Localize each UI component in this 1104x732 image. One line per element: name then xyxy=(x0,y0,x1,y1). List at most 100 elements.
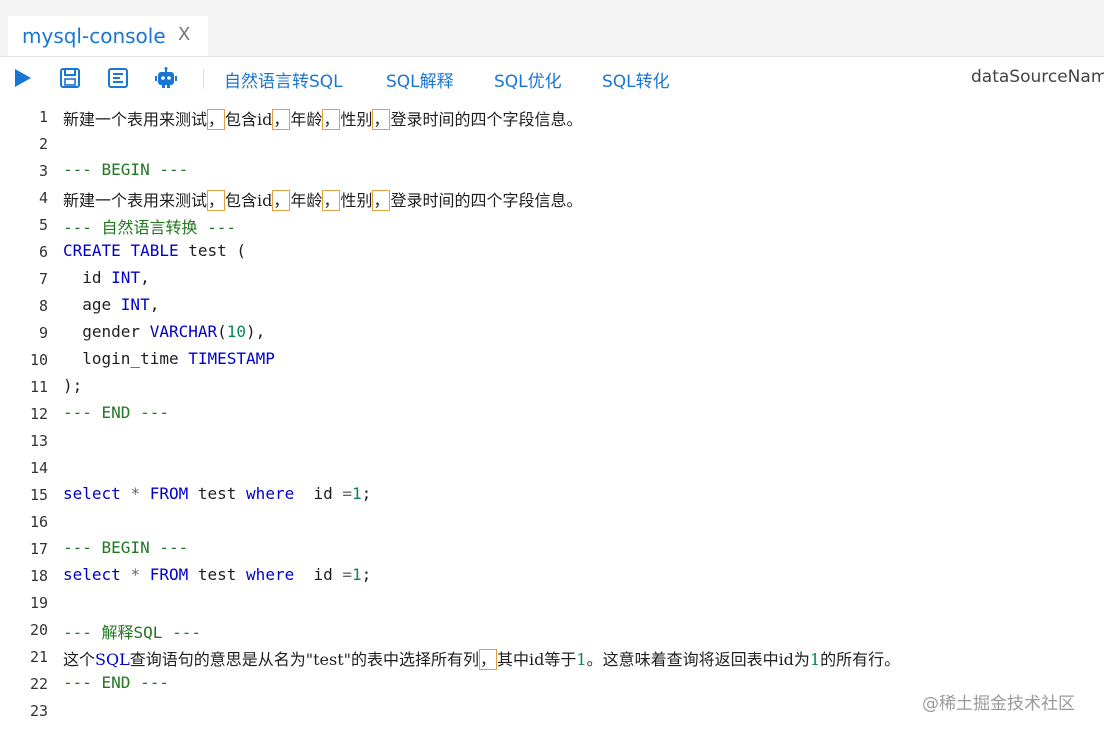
line-number: 7 xyxy=(38,270,48,288)
keyword: select xyxy=(63,484,121,503)
line-number: 4 xyxy=(38,189,48,207)
text-segment: 包含id xyxy=(225,191,273,210)
text-segment xyxy=(121,484,131,503)
text-segment xyxy=(140,565,150,584)
keyword: INT xyxy=(111,268,141,287)
text-segment: id xyxy=(294,565,343,584)
text-segment xyxy=(121,565,131,584)
number-literal: 1 xyxy=(809,650,821,669)
editor-line: 16 xyxy=(0,509,1104,536)
comment-text: --- END --- xyxy=(63,403,169,422)
toolbar-divider xyxy=(203,69,204,89)
keyword: INT xyxy=(120,295,150,314)
operator: = xyxy=(342,484,353,503)
line-number: 12 xyxy=(29,405,48,423)
keyword: where xyxy=(246,484,295,503)
keyword: where xyxy=(246,565,295,584)
line-number: 5 xyxy=(38,216,48,234)
line-number: 9 xyxy=(38,324,48,342)
line-number: 8 xyxy=(38,297,48,315)
text-segment: age xyxy=(63,295,121,314)
line-number: 22 xyxy=(29,675,48,693)
run-icon[interactable] xyxy=(9,65,35,91)
editor-line: 7 id INT, xyxy=(0,266,1104,293)
number-literal: 10 xyxy=(226,322,247,341)
robot-icon[interactable] xyxy=(153,65,179,91)
editor-line: 4 新建一个表用来测试，包含id，年龄，性别，登录时间的四个字段信息。 xyxy=(0,185,1104,212)
highlighted-comma: ， xyxy=(272,190,291,211)
line-number: 20 xyxy=(29,621,48,639)
line-code: 新建一个表用来测试，包含id，年龄，性别，登录时间的四个字段信息。 xyxy=(63,106,583,130)
text-segment: id xyxy=(63,268,112,287)
line-number: 13 xyxy=(29,432,48,450)
tab-title: mysql-console xyxy=(22,24,166,48)
save-icon[interactable] xyxy=(57,65,83,91)
highlighted-comma: ， xyxy=(372,109,391,130)
line-number: 1 xyxy=(38,108,48,126)
line-number: 18 xyxy=(29,567,48,585)
editor-line: 2 xyxy=(0,131,1104,158)
tab-bar: mysql-console X xyxy=(0,8,1104,57)
sql-convert-button[interactable]: SQL转化 xyxy=(602,67,670,92)
highlighted-comma: ， xyxy=(207,109,226,130)
text-segment: 性别 xyxy=(340,110,373,129)
editor-line: 9 gender VARCHAR(10), xyxy=(0,320,1104,347)
text-segment: 的所有行。 xyxy=(820,650,901,669)
keyword: FROM xyxy=(149,565,189,584)
editor-line: 1 新建一个表用来测试，包含id，年龄，性别，登录时间的四个字段信息。 xyxy=(0,104,1104,131)
text-segment: 包含id xyxy=(225,110,273,129)
editor-line: 18 select * FROM test where id =1; xyxy=(0,563,1104,590)
comment-text: --- BEGIN --- xyxy=(63,160,189,179)
datasource-name-select[interactable]: dataSourceName xyxy=(971,67,1104,87)
editor-line: 13 xyxy=(0,428,1104,455)
tab-mysql-console[interactable]: mysql-console X xyxy=(8,16,208,56)
format-icon[interactable] xyxy=(105,65,131,91)
line-number: 15 xyxy=(29,486,48,504)
highlighted-comma: ， xyxy=(322,190,341,211)
line-code: CREATE TABLE test ( xyxy=(63,241,246,260)
line-code: ); xyxy=(63,376,83,395)
operator: * xyxy=(130,565,141,584)
comment-text: --- 解释SQL --- xyxy=(63,623,201,642)
text-segment: 年龄 xyxy=(290,110,323,129)
text-segment: ), xyxy=(246,322,266,341)
text-segment: 新建一个表用来测试 xyxy=(63,191,208,210)
sql-explain-button[interactable]: SQL解释 xyxy=(386,67,454,92)
editor-line: 3 --- BEGIN --- xyxy=(0,158,1104,185)
text-segment: gender xyxy=(63,322,150,341)
keyword: TIMESTAMP xyxy=(188,349,275,368)
tab-close-icon[interactable]: X xyxy=(178,24,190,45)
editor-line: 14 xyxy=(0,455,1104,482)
text-segment: , xyxy=(140,268,150,287)
text-segment: 年龄 xyxy=(290,191,323,210)
editor-line: 20 --- 解释SQL --- xyxy=(0,617,1104,644)
editor-line: 10 login_time TIMESTAMP xyxy=(0,347,1104,374)
number-literal: 1 xyxy=(352,484,362,503)
sql-optimize-button[interactable]: SQL优化 xyxy=(494,67,562,92)
window-top-strip xyxy=(0,0,1104,8)
line-number: 11 xyxy=(29,378,48,396)
comment-text: --- END --- xyxy=(63,673,169,692)
line-code: age INT, xyxy=(63,295,159,314)
editor-line: 11 ); xyxy=(0,374,1104,401)
line-number: 3 xyxy=(38,162,48,180)
code-editor[interactable]: 1 新建一个表用来测试，包含id，年龄，性别，登录时间的四个字段信息。 2 3 … xyxy=(0,104,1104,732)
operator: * xyxy=(130,484,141,503)
highlighted-comma: ， xyxy=(272,109,291,130)
highlighted-comma: ， xyxy=(372,190,391,211)
editor-line: 5 --- 自然语言转换 --- xyxy=(0,212,1104,239)
text-segment: 。这意味着查询将返回表中id为 xyxy=(586,650,810,669)
line-code: 新建一个表用来测试，包含id，年龄，性别，登录时间的四个字段信息。 xyxy=(63,187,583,211)
text-segment: 这个 xyxy=(63,650,96,669)
nl-to-sql-button[interactable]: 自然语言转SQL xyxy=(224,67,343,92)
number-literal: 1 xyxy=(576,650,587,669)
line-code: 这个SQL查询语句的意思是从名为"test"的表中选择所有列，其中id等于1。这… xyxy=(63,646,900,670)
text-segment: 登录时间的四个字段信息。 xyxy=(390,110,583,129)
text-segment: test xyxy=(188,565,247,584)
highlighted-comma: ， xyxy=(207,190,226,211)
line-number: 10 xyxy=(29,351,48,369)
text-segment: 登录时间的四个字段信息。 xyxy=(390,191,583,210)
text-segment: id xyxy=(294,484,343,503)
keyword: SQL xyxy=(95,650,130,669)
line-number: 14 xyxy=(29,459,48,477)
